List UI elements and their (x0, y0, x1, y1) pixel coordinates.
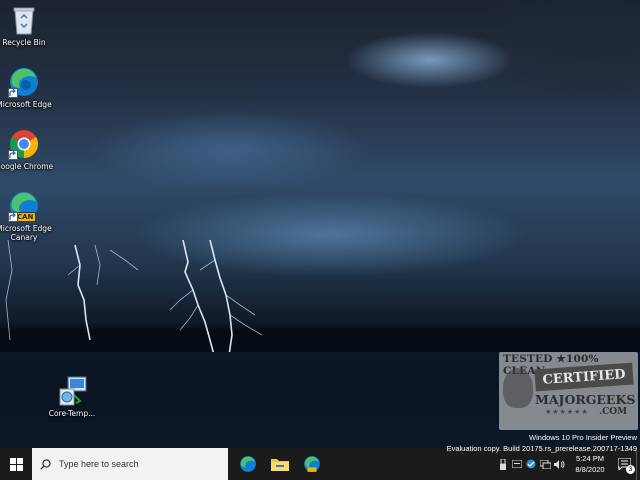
taskbar-clock[interactable]: 5:24 PM 8/8/2020 (566, 453, 614, 475)
shortcut-arrow-icon (8, 88, 18, 98)
clock-date: 8/8/2020 (575, 465, 605, 474)
desktop-icon-microsoft-edge-canary[interactable]: CAN Microsoft Edge Canary (0, 190, 54, 242)
shortcut-arrow-icon (8, 212, 18, 222)
desktop-icon-label: Core-Temp... (48, 409, 96, 418)
notification-count-badge: 3 (626, 465, 635, 474)
notification-icon: 3 (617, 457, 635, 474)
taskbar-edge-canary-button[interactable] (296, 448, 328, 480)
edge-icon (240, 456, 256, 472)
desktop-icon-label: Recycle Bin (2, 38, 46, 47)
desktop-icon-label: Microsoft Edge Canary (0, 224, 52, 242)
mascot-icon (503, 368, 533, 408)
taskbar-search-box[interactable]: Type here to search (32, 448, 228, 480)
desktop-icon-google-chrome[interactable]: Google Chrome (0, 128, 54, 171)
desktop-icon-microsoft-edge[interactable]: Microsoft Edge (0, 66, 54, 109)
evaluation-edition: Windows 10 Pro Insider Preview (529, 433, 637, 442)
badge-certified-text: CERTIFIED (542, 366, 626, 388)
desktop-icon-core-temp[interactable]: Core-Temp... (42, 375, 102, 418)
desktop-icon-recycle-bin[interactable]: Recycle Bin (0, 4, 54, 47)
installer-icon (56, 375, 88, 407)
desktop-background: Recycle Bin Microsoft Edge Google Chrome… (0, 0, 640, 448)
start-button[interactable] (0, 448, 32, 480)
evaluation-watermark: Windows 10 Pro Insider Preview (529, 433, 637, 443)
badge-dotcom-text: .COM (599, 407, 628, 417)
desktop-icon-label: Google Chrome (0, 162, 54, 171)
recycle-bin-icon (8, 4, 40, 36)
evaluation-build: Evaluation copy. Build 20175.rs_prerelea… (446, 444, 637, 453)
badge-stars: ★★★★★★ (545, 408, 589, 416)
windows-logo-icon (9, 457, 23, 471)
edge-canary-icon (304, 456, 320, 472)
search-placeholder: Type here to search (59, 459, 139, 469)
majorgeeks-certified-badge: TESTED ★100% CLEAN CERTIFIED MAJORGEEKS … (499, 352, 638, 430)
edge-icon (8, 66, 40, 98)
taskbar-edge-button[interactable] (232, 448, 264, 480)
search-icon (40, 458, 51, 470)
clock-time: 5:24 PM (576, 454, 604, 463)
desktop-icon-label: Microsoft Edge (0, 100, 52, 109)
badge-majorgeeks-text: MAJORGEEKS (535, 392, 636, 407)
file-explorer-icon (271, 459, 289, 471)
edge-canary-icon: CAN (8, 190, 40, 222)
chrome-icon (8, 128, 40, 160)
taskbar-file-explorer-button[interactable] (264, 448, 296, 480)
shortcut-arrow-icon (8, 150, 18, 160)
